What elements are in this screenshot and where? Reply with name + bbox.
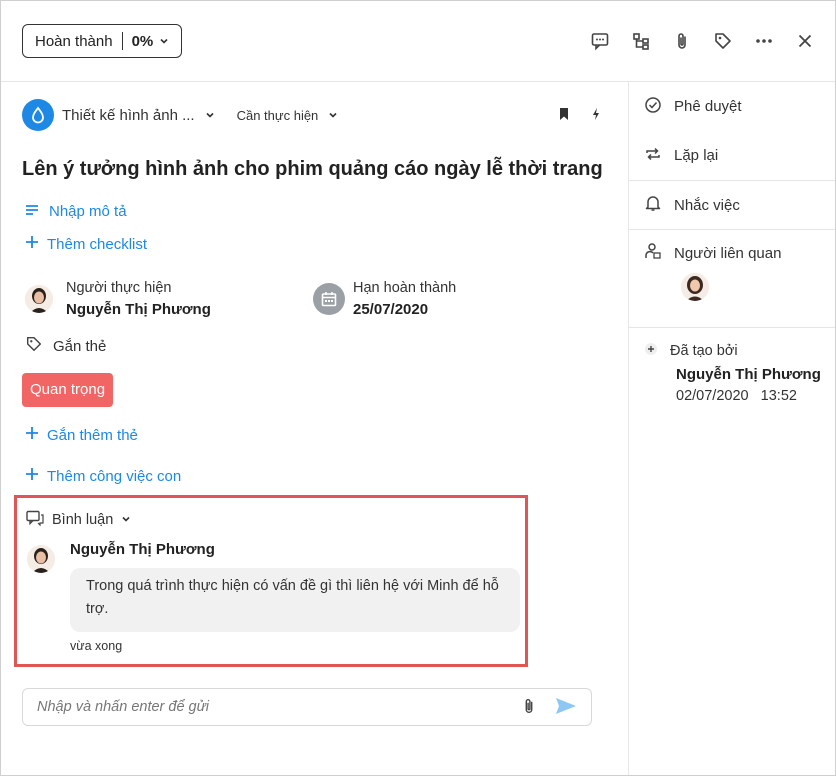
avatar xyxy=(27,545,55,573)
check-circle-icon xyxy=(644,96,662,118)
deadline[interactable]: Hạn hoàn thành 25/07/2020 xyxy=(313,280,456,318)
task-sidebar: Phê duyệt Lặp lại Nhắc việc Người liên q… xyxy=(628,82,835,775)
status-label: Hoàn thành xyxy=(35,32,113,50)
chevron-down-icon[interactable] xyxy=(328,110,338,120)
comments-header-label: Bình luận xyxy=(52,512,114,528)
deadline-label: Hạn hoàn thành xyxy=(353,280,457,296)
assignee[interactable]: Người thực hiện Nguyễn Thị Phương xyxy=(25,280,211,318)
attachment-icon[interactable] xyxy=(670,29,694,53)
chevron-down-icon[interactable] xyxy=(205,110,215,120)
comment-time: vừa xong xyxy=(70,639,123,653)
top-bar: Hoàn thành 0% xyxy=(1,1,835,82)
more-icon[interactable] xyxy=(752,29,776,53)
status-divider xyxy=(121,32,123,50)
reminder-label: Nhắc việc xyxy=(674,196,740,214)
comment-section: Bình luận Nguyễn Thị Phương Trong quá tr… xyxy=(14,495,528,667)
repeat-label: Lặp lại xyxy=(674,147,719,164)
project-drop-icon xyxy=(22,99,54,131)
approve-label: Phê duyệt xyxy=(674,98,742,115)
status-dropdown[interactable]: Hoàn thành 0% xyxy=(22,24,183,58)
comment-input[interactable] xyxy=(37,699,520,715)
pin-icon[interactable] xyxy=(590,107,602,124)
status-percent: 0% xyxy=(131,32,154,50)
comments-icon xyxy=(26,510,44,530)
created-by-name: Nguyễn Thị Phương xyxy=(676,366,821,383)
add-tag-label: Gắn thêm thẻ xyxy=(47,426,138,444)
created-datetime: 02/07/2020 13:52 xyxy=(676,388,835,404)
add-checklist-label: Thêm checklist xyxy=(47,235,148,253)
plus-icon xyxy=(25,235,39,253)
hierarchy-icon[interactable] xyxy=(629,29,653,53)
comment-input-box xyxy=(22,688,592,726)
description-icon xyxy=(25,203,39,220)
plus-icon xyxy=(25,467,39,485)
close-icon[interactable] xyxy=(793,29,817,53)
people-icon xyxy=(644,242,662,264)
row-actions xyxy=(558,107,602,124)
bookmark-icon[interactable] xyxy=(558,107,570,124)
plus-icon xyxy=(25,426,39,444)
project-name[interactable]: Thiết kế hình ảnh ... xyxy=(62,107,195,124)
project-row: Thiết kế hình ảnh ... Cần thực hiện xyxy=(22,99,602,131)
comment-text: Trong quá trình thực hiện có vấn đề gì t… xyxy=(70,568,520,632)
deadline-value: 25/07/2020 xyxy=(353,301,429,318)
tag-icon[interactable] xyxy=(711,29,735,53)
comment-icon[interactable] xyxy=(588,29,612,53)
avatar xyxy=(25,285,53,313)
add-subtask-link[interactable]: Thêm công việc con xyxy=(25,467,181,485)
bell-icon xyxy=(644,194,662,216)
approve-action[interactable]: Phê duyệt xyxy=(629,82,835,131)
created-date: 02/07/2020 xyxy=(676,388,749,404)
calendar-icon xyxy=(313,283,345,315)
plus-icon xyxy=(644,342,658,360)
created-time: 13:52 xyxy=(760,388,797,404)
assignee-label: Người thực hiện xyxy=(66,280,172,296)
tags-label: Gắn thẻ xyxy=(53,337,107,355)
chevron-down-icon xyxy=(159,36,169,46)
add-description-link[interactable]: Nhập mô tả xyxy=(25,203,127,220)
stage-dropdown[interactable]: Cần thực hiện xyxy=(237,108,319,123)
add-description-label: Nhập mô tả xyxy=(49,203,127,220)
reminder-action[interactable]: Nhắc việc xyxy=(629,181,835,230)
related-people[interactable]: Người liên quan xyxy=(629,230,835,328)
add-checklist-link[interactable]: Thêm checklist xyxy=(25,235,147,253)
avatar[interactable] xyxy=(681,273,709,301)
repeat-action[interactable]: Lặp lại xyxy=(629,131,835,181)
assignee-name: Nguyễn Thị Phương xyxy=(66,301,211,318)
add-tag-link[interactable]: Gắn thêm thẻ xyxy=(25,426,138,444)
tags-header: Gắn thẻ xyxy=(25,335,106,357)
tag-chip[interactable]: Quan trọng xyxy=(22,373,114,407)
created-by-label: Đã tạo bởi xyxy=(670,343,738,359)
add-subtask-label: Thêm công việc con xyxy=(47,467,182,485)
chevron-down-icon xyxy=(121,512,131,528)
tag-icon xyxy=(25,335,43,357)
task-title[interactable]: Lên ý tưởng hình ảnh cho phim quảng cáo … xyxy=(22,158,603,181)
comments-header[interactable]: Bình luận xyxy=(26,510,131,530)
attachment-icon[interactable] xyxy=(520,697,538,718)
top-actions xyxy=(588,29,817,53)
comment-author: Nguyễn Thị Phương xyxy=(70,541,215,558)
related-label: Người liên quan xyxy=(674,244,782,262)
repeat-icon xyxy=(644,145,662,167)
task-detail-window: Hoàn thành 0% Thiết kế hình ảnh ... Cần … xyxy=(0,0,836,776)
task-main-panel: Thiết kế hình ảnh ... Cần thực hiện Lên … xyxy=(1,82,628,775)
created-by: Đã tạo bởi Nguyễn Thị Phương 02/07/2020 … xyxy=(629,328,835,404)
send-icon[interactable] xyxy=(555,696,577,719)
